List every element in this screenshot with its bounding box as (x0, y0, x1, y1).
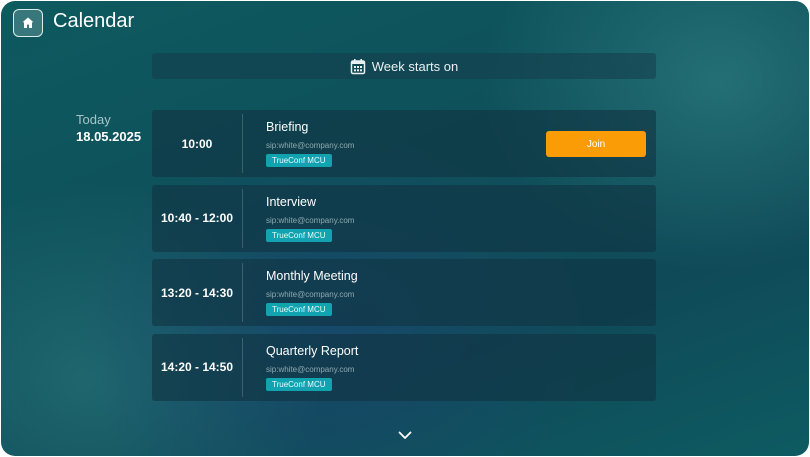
scroll-down-button[interactable] (397, 429, 413, 441)
event-title: Monthly Meeting (266, 269, 358, 283)
home-button[interactable] (13, 9, 43, 37)
event-card-monthly-meeting[interactable]: 13:20 - 14:30 Monthly Meeting sip:white@… (152, 259, 656, 326)
event-divider (242, 337, 243, 397)
event-address: sip:white@company.com (266, 141, 355, 150)
event-address: sip:white@company.com (266, 290, 355, 299)
event-badge: TrueConf MCU (266, 228, 332, 242)
day-date: 18.05.2025 (76, 129, 142, 144)
event-title: Briefing (266, 120, 309, 134)
event-address: sip:white@company.com (266, 215, 355, 225)
event-time: 10:40 - 12:00 (160, 211, 234, 225)
calendar-screen: Calendar Week starts on Today 18.05.2025… (1, 1, 809, 456)
event-time: 10:00 (181, 136, 213, 151)
event-badge: TrueConf MCU (266, 377, 332, 391)
event-divider (242, 263, 243, 322)
event-badge: TrueConf MCU (266, 154, 332, 167)
event-card-quarterly-report[interactable]: 14:20 - 14:50 Quarterly Report sip:white… (152, 333, 656, 401)
event-card-interview[interactable]: 10:40 - 12:00 Interview sip:white@compan… (152, 184, 656, 252)
event-badge: TrueConf MCU (266, 303, 332, 316)
week-starts-on-button[interactable]: Week starts on (152, 53, 656, 79)
event-address: sip:white@company.com (266, 364, 355, 374)
event-title: Quarterly Report (266, 343, 359, 358)
event-card-briefing[interactable]: 10:00 Briefing sip:white@company.com Tru… (152, 110, 656, 177)
join-button[interactable]: Join (546, 131, 646, 157)
event-time: 14:20 - 14:50 (160, 360, 234, 374)
page-title: Calendar (53, 10, 135, 32)
event-divider (242, 114, 243, 173)
day-label: Today (76, 112, 111, 127)
event-list: 10:00 Briefing sip:white@company.com Tru… (152, 110, 656, 408)
chevron-down-icon (398, 431, 412, 439)
event-time: 13:20 - 14:30 (160, 285, 234, 300)
home-icon (22, 17, 34, 28)
event-divider (242, 188, 243, 248)
week-starts-on-label: Week starts on (371, 58, 459, 74)
event-title: Interview (266, 194, 317, 209)
calendar-icon (350, 58, 366, 74)
